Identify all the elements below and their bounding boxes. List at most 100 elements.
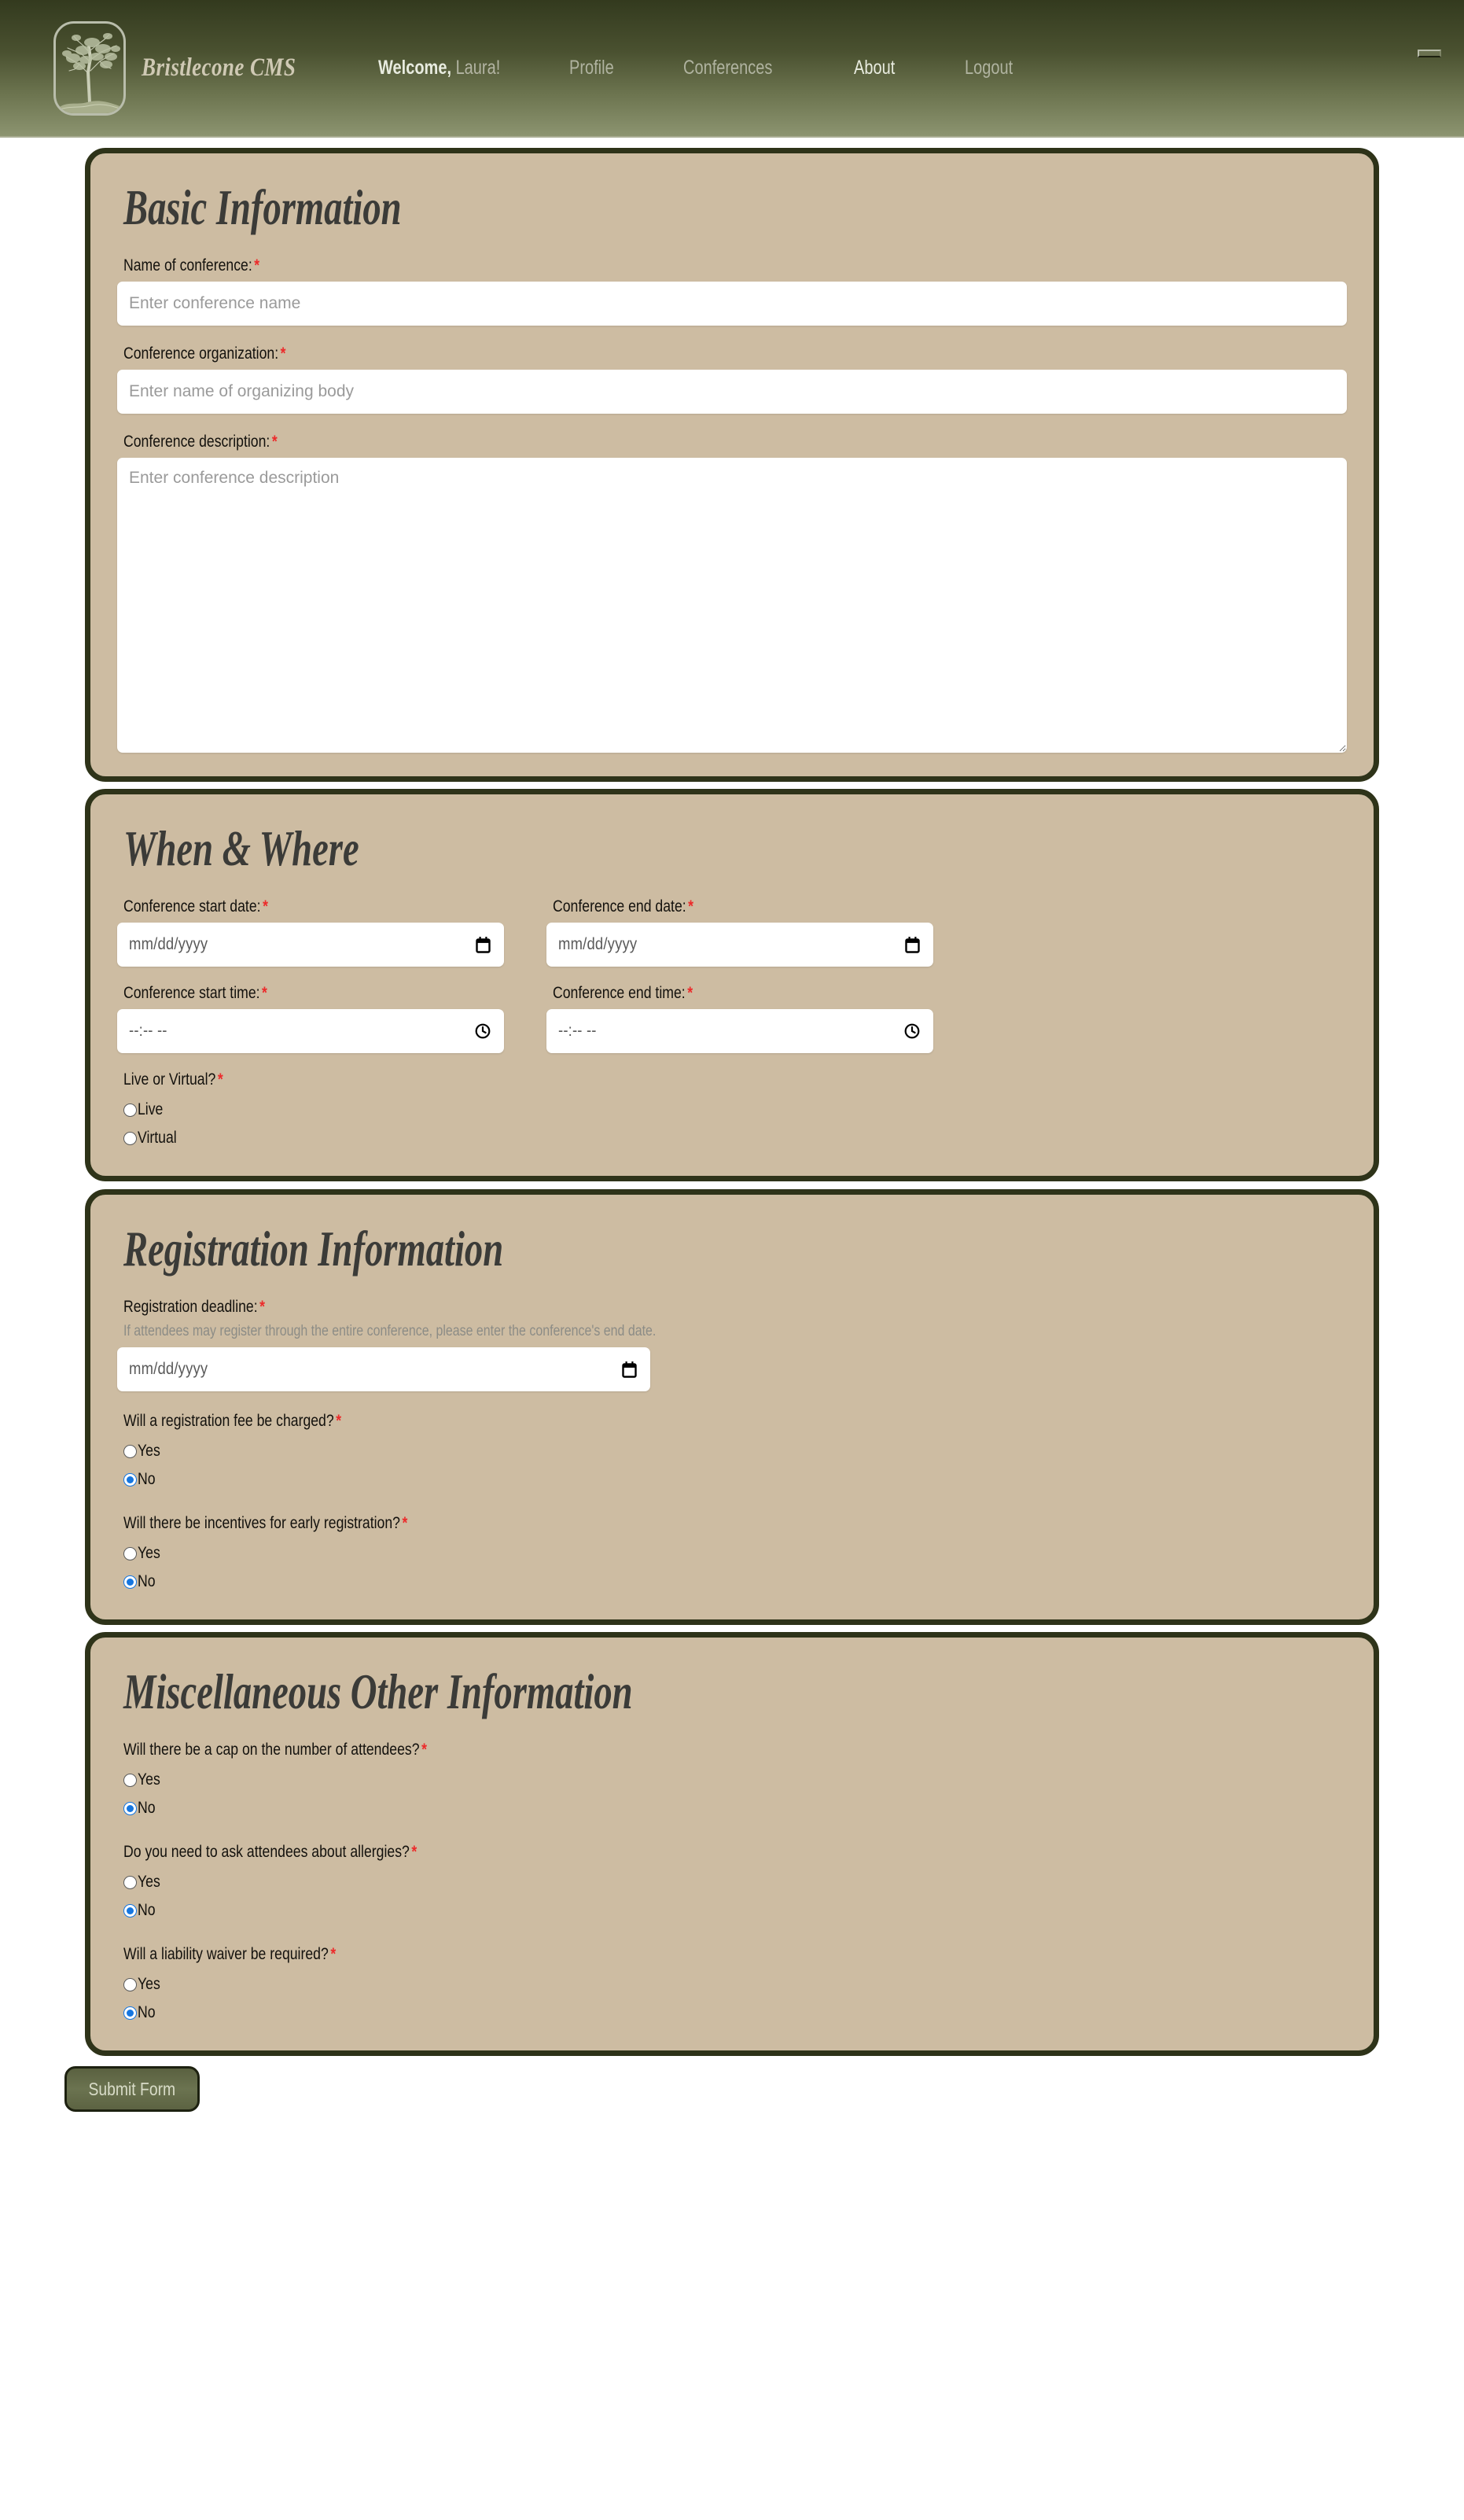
conference-form-page: Basic Information Name of conference:* C…	[0, 148, 1464, 2124]
radio-early-incentives-no[interactable]	[123, 1575, 137, 1589]
radio-label-allergies-yes[interactable]: Yes	[138, 1873, 160, 1892]
label-conference-end-time: Conference end time: *	[553, 984, 873, 1003]
radio-row-liability-waiver-yes[interactable]: Yes	[123, 1970, 1347, 1999]
radio-label-early-incentives-yes[interactable]: Yes	[138, 1544, 160, 1563]
required-marker: *	[421, 1741, 427, 1759]
nav-link-logout[interactable]: Logout	[965, 57, 1013, 79]
label-early-registration-incentives-text: Will there be incentives for early regis…	[123, 1514, 400, 1532]
radio-row-registration-fee-no[interactable]: No	[123, 1465, 1347, 1494]
radio-group-live-or-virtual: Live Virtual	[117, 1096, 1347, 1152]
radio-label-attendee-cap-no[interactable]: No	[138, 1799, 156, 1818]
label-registration-fee: Will a registration fee be charged? *	[123, 1412, 1151, 1431]
radio-live[interactable]	[123, 1103, 137, 1117]
label-attendee-cap-text: Will there be a cap on the number of att…	[123, 1741, 420, 1759]
header-minimize-widget[interactable]	[1418, 50, 1441, 57]
radio-row-attendee-cap-no[interactable]: No	[123, 1794, 1347, 1822]
label-registration-deadline: Registration deadline: *	[123, 1298, 1151, 1317]
radio-row-attendee-cap-yes[interactable]: Yes	[123, 1766, 1347, 1794]
submit-form-button[interactable]: Submit Form	[64, 2066, 200, 2112]
radio-row-registration-fee-yes[interactable]: Yes	[123, 1437, 1347, 1465]
radio-virtual[interactable]	[123, 1131, 137, 1145]
label-liability-waiver: Will a liability waiver be required? *	[123, 1945, 1151, 1964]
radio-label-attendee-cap-yes[interactable]: Yes	[138, 1770, 160, 1789]
radio-row-early-incentives-no[interactable]: No	[123, 1568, 1347, 1596]
label-conference-end-date-text: Conference end date:	[553, 897, 686, 916]
input-conference-organization[interactable]	[117, 370, 1347, 414]
required-marker: *	[254, 256, 260, 274]
input-conference-end-date[interactable]: mm/dd/yyyy	[546, 923, 933, 967]
label-live-or-virtual: Live or Virtual? *	[123, 1070, 1151, 1089]
label-live-or-virtual-text: Live or Virtual?	[123, 1070, 216, 1089]
welcome-greeting: Welcome, Laura!	[378, 57, 500, 79]
radio-liability-waiver-yes[interactable]	[123, 1977, 137, 1991]
input-conference-description[interactable]	[117, 458, 1347, 753]
required-marker: *	[262, 984, 267, 1002]
radio-allergies-yes[interactable]	[123, 1875, 137, 1889]
radio-label-liability-waiver-yes[interactable]: Yes	[138, 1975, 160, 1994]
label-early-registration-incentives: Will there be incentives for early regis…	[123, 1514, 1151, 1533]
radio-attendee-cap-yes[interactable]	[123, 1773, 137, 1787]
radio-group-allergies: Yes No	[117, 1868, 1347, 1925]
radio-group-early-registration-incentives: Yes No	[117, 1539, 1347, 1596]
radio-group-registration-fee: Yes No	[117, 1437, 1347, 1494]
field-allergies: Do you need to ask attendees about aller…	[117, 1843, 1347, 1925]
nav-link-profile[interactable]: Profile	[569, 57, 614, 79]
radio-early-incentives-yes[interactable]	[123, 1546, 137, 1560]
label-registration-deadline-text: Registration deadline:	[123, 1298, 258, 1316]
input-conference-start-date[interactable]: mm/dd/yyyy	[117, 923, 504, 967]
radio-label-virtual[interactable]: Virtual	[138, 1129, 177, 1148]
nav-link-conferences[interactable]: Conferences	[683, 57, 772, 79]
radio-row-allergies-yes[interactable]: Yes	[123, 1868, 1347, 1896]
label-attendee-cap: Will there be a cap on the number of att…	[123, 1741, 1151, 1759]
radio-row-live[interactable]: Live	[123, 1096, 1347, 1124]
radio-row-liability-waiver-no[interactable]: No	[123, 1999, 1347, 2027]
helper-registration-deadline: If attendees may register through the en…	[123, 1323, 657, 1339]
radio-allergies-no[interactable]	[123, 1903, 137, 1918]
radio-row-early-incentives-yes[interactable]: Yes	[123, 1539, 1347, 1568]
required-marker: *	[336, 1412, 342, 1430]
radio-label-allergies-no[interactable]: No	[138, 1901, 156, 1920]
clock-icon[interactable]	[474, 1022, 491, 1040]
registration-deadline-placeholder: mm/dd/yyyy	[129, 1360, 208, 1378]
submit-zone: Submit Form	[0, 2056, 1464, 2124]
label-allergies: Do you need to ask attendees about aller…	[123, 1843, 1151, 1862]
label-conference-name: Name of conference: *	[123, 256, 1151, 275]
input-registration-deadline[interactable]: mm/dd/yyyy	[117, 1347, 650, 1391]
label-allergies-text: Do you need to ask attendees about aller…	[123, 1843, 410, 1861]
label-conference-organization-text: Conference organization:	[123, 344, 279, 363]
input-conference-start-time[interactable]: --:-- --	[117, 1009, 504, 1053]
radio-label-registration-fee-yes[interactable]: Yes	[138, 1442, 160, 1461]
label-conference-start-time: Conference start time: *	[123, 984, 443, 1003]
label-conference-name-text: Name of conference:	[123, 256, 252, 274]
clock-icon[interactable]	[903, 1022, 921, 1040]
radio-registration-fee-no[interactable]	[123, 1472, 137, 1487]
section-miscellaneous-other-information: Miscellaneous Other Information Will the…	[85, 1632, 1379, 2056]
radio-group-attendee-cap: Yes No	[117, 1766, 1347, 1822]
radio-row-virtual[interactable]: Virtual	[123, 1124, 1347, 1152]
input-conference-end-time[interactable]: --:-- --	[546, 1009, 933, 1053]
radio-liability-waiver-no[interactable]	[123, 2006, 137, 2020]
radio-registration-fee-yes[interactable]	[123, 1444, 137, 1458]
radio-label-live[interactable]: Live	[138, 1100, 163, 1119]
radio-label-early-incentives-no[interactable]: No	[138, 1572, 156, 1591]
header-nav: Welcome, Laura! Profile Conferences Abou…	[378, 57, 1024, 79]
field-registration-fee: Will a registration fee be charged? * Yes…	[117, 1412, 1347, 1494]
calendar-icon[interactable]	[903, 936, 921, 953]
label-conference-description-text: Conference description:	[123, 433, 270, 451]
field-conference-start-time: Conference start time: * --:-- --	[117, 984, 504, 1053]
section-title-basic: Basic Information	[123, 180, 402, 235]
required-marker: *	[263, 897, 268, 916]
radio-attendee-cap-no[interactable]	[123, 1801, 137, 1815]
calendar-icon[interactable]	[620, 1361, 638, 1378]
radio-row-allergies-no[interactable]: No	[123, 1896, 1347, 1925]
required-marker: *	[402, 1514, 408, 1532]
field-early-registration-incentives: Will there be incentives for early regis…	[117, 1514, 1347, 1596]
welcome-username: Laura!	[456, 57, 501, 79]
input-conference-name[interactable]	[117, 282, 1347, 326]
radio-label-registration-fee-no[interactable]: No	[138, 1470, 156, 1489]
field-conference-description: Conference description: *	[117, 433, 1347, 753]
nav-link-about[interactable]: About	[854, 57, 895, 79]
field-conference-start-date: Conference start date: * mm/dd/yyyy	[117, 897, 504, 967]
calendar-icon[interactable]	[474, 936, 491, 953]
radio-label-liability-waiver-no[interactable]: No	[138, 2003, 156, 2022]
